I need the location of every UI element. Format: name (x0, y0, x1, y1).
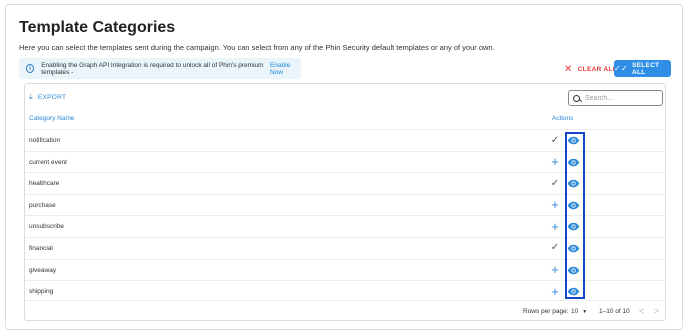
search-input[interactable] (585, 94, 660, 102)
plus-icon[interactable]: + (548, 219, 562, 234)
banner-text: Enabling the Graph API Integration is re… (41, 61, 264, 76)
plus-icon[interactable]: + (548, 154, 562, 169)
clear-all-button[interactable]: ✕ CLEAR ALL (564, 62, 617, 76)
check-icon[interactable]: ✓ (548, 241, 562, 255)
category-name: healthcare (29, 180, 60, 188)
table-pagination: Rows per page: 10 ▼ 1–10 of 10 < > (25, 300, 665, 320)
table-row: shipping + (25, 280, 665, 302)
category-name: giveaway (29, 266, 57, 274)
eye-icon[interactable] (567, 199, 580, 212)
check-icon[interactable]: ✓ (548, 176, 562, 190)
category-name: purchase (29, 201, 56, 209)
clear-all-label: CLEAR ALL (577, 65, 617, 73)
eye-icon[interactable] (567, 264, 580, 277)
table-row: healthcare ✓ (25, 172, 665, 194)
eye-icon[interactable] (567, 220, 580, 233)
eye-icon[interactable] (567, 156, 580, 169)
chevron-right-icon[interactable]: > (654, 306, 659, 316)
eye-icon[interactable] (567, 242, 580, 255)
plus-icon[interactable]: + (548, 262, 562, 277)
eye-icon[interactable] (567, 285, 580, 298)
select-all-label: SELECT ALL (632, 61, 660, 76)
double-check-icon: ✓✓ (614, 64, 629, 73)
categories-table: ⤓ EXPORT Category Name Actions notificat… (24, 83, 666, 321)
table-row: giveaway + (25, 258, 665, 281)
rows-per-page-select[interactable]: 10 ▼ (571, 308, 587, 315)
category-name: current event (29, 158, 67, 166)
table-row: purchase + (25, 193, 665, 216)
plus-icon[interactable]: + (548, 197, 562, 212)
table-row: notification ✓ (25, 129, 665, 151)
pagination-range: 1–10 of 10 (599, 308, 630, 315)
eye-icon[interactable] (567, 177, 580, 190)
page-subtitle: Here you can select the templates sent d… (19, 43, 495, 52)
rows-per-page-value: 10 (571, 308, 579, 315)
template-categories-card: Template Categories Here you can select … (5, 4, 683, 330)
plus-icon[interactable]: + (548, 284, 562, 299)
category-name: shipping (29, 288, 54, 296)
table-row: current event + (25, 150, 665, 173)
page-title: Template Categories (19, 19, 176, 36)
table-body: notification ✓ current event + healthcare ✓ pu… (25, 129, 665, 302)
rows-per-page-label: Rows per page: (523, 308, 569, 315)
column-header-category-name[interactable]: Category Name (29, 115, 75, 122)
check-icon[interactable]: ✓ (548, 133, 562, 147)
search-box[interactable] (568, 90, 663, 106)
eye-icon[interactable] (567, 134, 580, 147)
category-name: unsubscribe (29, 223, 65, 231)
info-icon: i (26, 64, 35, 73)
column-header-actions: Actions (552, 115, 574, 122)
category-name: notification (29, 137, 61, 144)
table-row: unsubscribe + (25, 215, 665, 237)
download-icon: ⤓ (29, 92, 33, 101)
export-button[interactable]: ⤓ EXPORT (29, 92, 66, 102)
caret-down-icon: ▼ (582, 308, 588, 315)
search-icon (573, 94, 580, 102)
select-all-button[interactable]: ✓✓ SELECT ALL (614, 60, 671, 77)
category-name: financial (29, 244, 53, 252)
export-label: EXPORT (37, 93, 67, 101)
close-icon: ✕ (564, 63, 573, 75)
chevron-left-icon[interactable]: < (639, 306, 644, 316)
enable-now-link[interactable]: Enable Now (270, 62, 301, 76)
table-row: financial ✓ (25, 236, 665, 259)
graph-api-banner: i Enabling the Graph API Integration is … (19, 58, 301, 79)
